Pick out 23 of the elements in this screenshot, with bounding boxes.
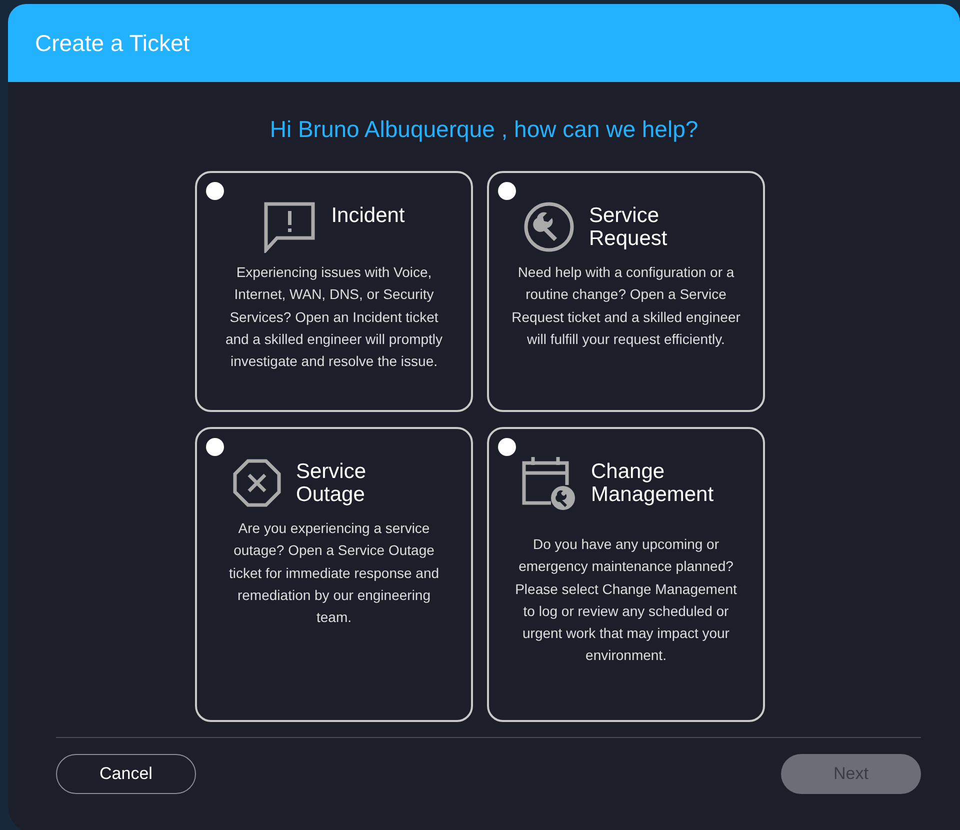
- radio-button[interactable]: [206, 438, 224, 456]
- card-title: Service Request: [589, 203, 668, 252]
- ticket-type-card[interactable]: Incident Experiencing issues with Voice, Internet, WAN, DNS, or Security Services? Open an Incident ticket and a skilled engineer will promptly investigate and resolve the issue.: [195, 171, 473, 412]
- card-title: Service Outage: [296, 459, 368, 508]
- ticket-type-card[interactable]: Service Request Need help with a configuration or a routine change? Open a Service Request ticket and a skilled engineer will fulfill your request efficiently.: [487, 171, 765, 412]
- wrench-icon: [523, 201, 575, 253]
- radio-button[interactable]: [206, 182, 224, 200]
- card-description: Experiencing issues with Voice, Internet, WAN, DNS, or Security Services? Open an Incident ticket and a skilled engineer will promptly investigate and resolve the issue.: [224, 263, 444, 372]
- ticket-type-card[interactable]: Service Outage Are you experiencing a service outage? Open a Service Outage ticket for immediate response and remediation by our engineering team.: [195, 427, 473, 722]
- octagon-x-icon: [232, 458, 282, 508]
- card-description: Are you experiencing a service outage? Open a Service Outage ticket for immediate response and remediation by our engineering team.: [228, 519, 440, 628]
- window-title: Create a Ticket: [35, 30, 190, 56]
- ticket-type-card[interactable]: Change Management Do you have any upcoming or emergency maintenance planned? Please select Change Management to log or review any scheduled or urgent work that may impact your environment.: [487, 427, 765, 722]
- radio-button[interactable]: [498, 438, 516, 456]
- calendar-wrench-icon: [521, 455, 577, 511]
- card-description: Need help with a configuration or a routine change? Open a Service Request ticket and a skilled engineer will fulfill your request efficiently.: [511, 263, 741, 349]
- card-title: Change Management: [591, 459, 715, 508]
- radio-button[interactable]: [498, 182, 516, 200]
- speech-bubble-icon: [263, 201, 318, 253]
- card-description: Do you have any upcoming or emergency maintenance planned? Please select Change Management to log or review any scheduled or urgent work that may impact your environment.: [514, 535, 738, 666]
- card-title: Incident: [331, 203, 405, 229]
- greeting-heading: Hi Bruno Albuquerque , how can we help?: [268, 116, 700, 144]
- cancel-button[interactable]: Cancel: [56, 754, 196, 794]
